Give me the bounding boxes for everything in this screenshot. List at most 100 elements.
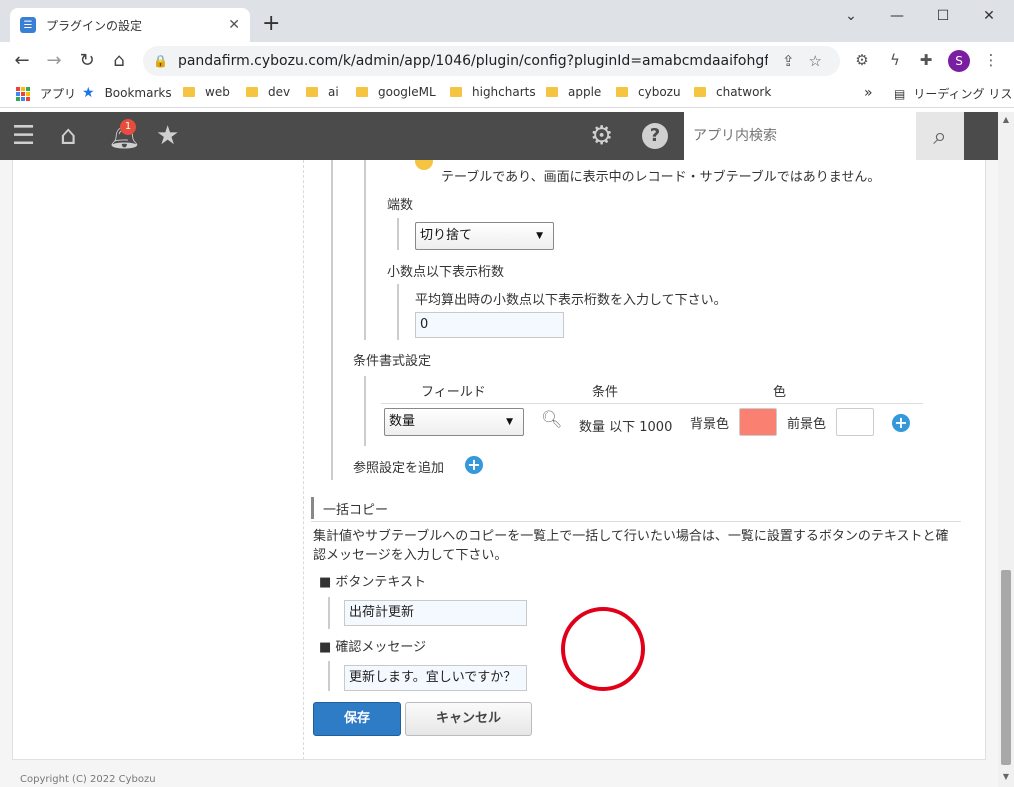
extension-gear-icon[interactable]: ⚙ [851, 51, 873, 69]
fg-color-label: 前景色 [787, 417, 827, 432]
chrome-menu-icon[interactable]: ⋮ [980, 51, 1002, 69]
forward-icon[interactable]: → [41, 49, 67, 73]
bookmark-ai[interactable]: ai [306, 85, 339, 99]
url-text: pandafirm.cybozu.com/k/admin/app/1046/pl… [177, 53, 768, 69]
folder-icon [356, 87, 368, 97]
kintone-header: ☰ ⌂ 🔔︎ 1 ★ ⚙ ? ⌕ [0, 112, 998, 160]
bookmark-star-icon[interactable]: ☆ [809, 52, 822, 70]
section-bar [331, 160, 333, 480]
bookmark-apple[interactable]: apple [546, 85, 601, 99]
dropdown-caret-icon: ▼ [506, 417, 513, 427]
bookmark-googleml[interactable]: googleML [356, 85, 436, 99]
page-scrollbar[interactable]: ▲ ▼ [998, 112, 1014, 787]
apps-grid-icon [16, 86, 30, 101]
condition-search-icon[interactable]: 🔍︎ [541, 410, 563, 430]
scroll-up-icon[interactable]: ▲ [998, 115, 1014, 124]
field-bar [397, 284, 399, 340]
reading-list-icon: ▤ [894, 86, 906, 101]
bookmark-cybozu[interactable]: cybozu [616, 85, 681, 99]
scroll-down-icon[interactable]: ▼ [998, 772, 1014, 781]
field-bar [397, 218, 399, 250]
folder-icon [616, 87, 628, 97]
condition-header-condition: 条件 [592, 385, 619, 400]
lock-icon[interactable]: 🔒 [153, 54, 168, 68]
fg-color-swatch[interactable] [836, 408, 874, 436]
window-close-icon[interactable]: ✕ [966, 2, 1012, 30]
bookmark-web[interactable]: web [183, 85, 230, 99]
tab-close-icon[interactable]: ✕ [228, 17, 240, 33]
browser-tabstrip: ☰ プラグインの設定 ✕ + ⌄ — ☐ ✕ [0, 0, 1014, 42]
bulk-copy-description-1: 集計値やサブテーブルへのコピーを一覧上で一括して行いたい場合は、一覧に設置するボ… [313, 529, 949, 544]
search-icon[interactable]: ⌕ [916, 112, 964, 160]
add-reference-label: 参照設定を追加 [353, 461, 445, 476]
decimals-help: 平均算出時の小数点以下表示桁数を入力して下さい。 [415, 293, 727, 308]
menu-icon[interactable]: ☰ [12, 122, 35, 150]
decimals-label: 小数点以下表示桁数 [387, 265, 505, 280]
button-text-input[interactable]: 出荷計更新 [344, 600, 527, 626]
folder-icon [306, 87, 318, 97]
extension-bolt-icon[interactable]: ϟ [884, 51, 906, 69]
folder-icon [694, 87, 706, 97]
maximize-icon[interactable]: ☐ [920, 2, 966, 30]
portal-home-icon[interactable]: ⌂ [60, 122, 77, 150]
browser-tab[interactable]: ☰ プラグインの設定 ✕ [10, 8, 250, 42]
address-bar[interactable]: 🔒 pandafirm.cybozu.com/k/admin/app/1046/… [143, 46, 840, 76]
bookmark-highcharts[interactable]: highcharts [450, 85, 536, 99]
bookmarks-bar: アプリ ★ Bookmarks web dev ai googleML high… [0, 80, 1014, 108]
app-search-input[interactable] [684, 112, 916, 160]
home-icon[interactable]: ⌂ [106, 49, 132, 73]
info-icon [415, 160, 433, 170]
divider [303, 160, 304, 759]
favorites-star-icon[interactable]: ★ [156, 122, 179, 150]
section-title-bar [311, 497, 314, 519]
folder-icon [246, 87, 258, 97]
note-text: テーブルであり、画面に表示中のレコード・サブテーブルではありません。 [441, 170, 881, 185]
new-tab-icon[interactable]: + [262, 12, 280, 36]
share-icon[interactable]: ⇪ [782, 52, 795, 70]
confirm-message-input[interactable]: 更新します。宜しいですか？ [344, 665, 527, 691]
dropdown-caret-icon: ▼ [536, 231, 543, 241]
back-icon[interactable]: ← [9, 49, 35, 73]
add-reference-icon[interactable]: + [465, 456, 483, 474]
condition-header-field: フィールド [421, 385, 486, 400]
notification-badge: 1 [120, 119, 136, 135]
browser-toolbar: ← → ↻ ⌂ 🔒 pandafirm.cybozu.com/k/admin/a… [0, 42, 1014, 80]
profile-avatar[interactable]: S [948, 50, 970, 72]
tab-title: プラグインの設定 [46, 18, 143, 33]
bookmarks-overflow-icon[interactable]: » [864, 85, 873, 101]
condition-field-select[interactable]: 数量 ▼ [384, 408, 524, 436]
extensions-puzzle-icon[interactable]: ✚ [915, 51, 937, 69]
bookmark-apps[interactable]: アプリ [16, 85, 76, 102]
bookmark-dev[interactable]: dev [246, 85, 290, 99]
settings-gear-icon[interactable]: ⚙ [590, 122, 613, 150]
reload-icon[interactable]: ↻ [74, 49, 100, 73]
confirm-message-label: ■ 確認メッセージ [319, 640, 427, 655]
section-bar [364, 376, 366, 446]
cancel-button[interactable]: キャンセル [405, 702, 532, 736]
bookmark-chatwork[interactable]: chatwork [694, 85, 771, 99]
page-body: テーブルであり、画面に表示中のレコード・サブテーブルではありません。 端数 切り… [0, 160, 998, 787]
save-button[interactable]: 保存 [313, 702, 401, 736]
minimize-icon[interactable]: — [874, 2, 920, 30]
add-condition-icon[interactable]: + [892, 414, 910, 432]
folder-icon [183, 87, 195, 97]
help-icon[interactable]: ? [642, 123, 668, 149]
bookmark-bookmarks[interactable]: ★ Bookmarks [82, 85, 172, 101]
tab-search-chevron-icon[interactable]: ⌄ [828, 2, 874, 30]
table-divider [381, 403, 923, 404]
condition-text: 数量 以下 1000 [579, 420, 673, 435]
bg-color-label: 背景色 [690, 417, 730, 432]
plugin-config-panel: テーブルであり、画面に表示中のレコード・サブテーブルではありません。 端数 切り… [12, 160, 986, 760]
annotation-circle [561, 607, 645, 691]
scrollbar-thumb[interactable] [1001, 570, 1011, 765]
folder-icon [546, 87, 558, 97]
rounding-select[interactable]: 切り捨て ▼ [415, 222, 554, 250]
bg-color-swatch[interactable] [739, 408, 777, 436]
decimals-input[interactable]: 0 [415, 312, 564, 338]
condition-header-color: 色 [773, 385, 787, 400]
field-bar [328, 597, 330, 629]
bulk-copy-description-2: 認メッセージを入力して下さい。 [313, 548, 508, 563]
rounding-label: 端数 [387, 198, 414, 213]
reading-list[interactable]: ▤ リーディング リスト [894, 85, 1014, 102]
copyright: Copyright (C) 2022 Cybozu [20, 774, 156, 785]
